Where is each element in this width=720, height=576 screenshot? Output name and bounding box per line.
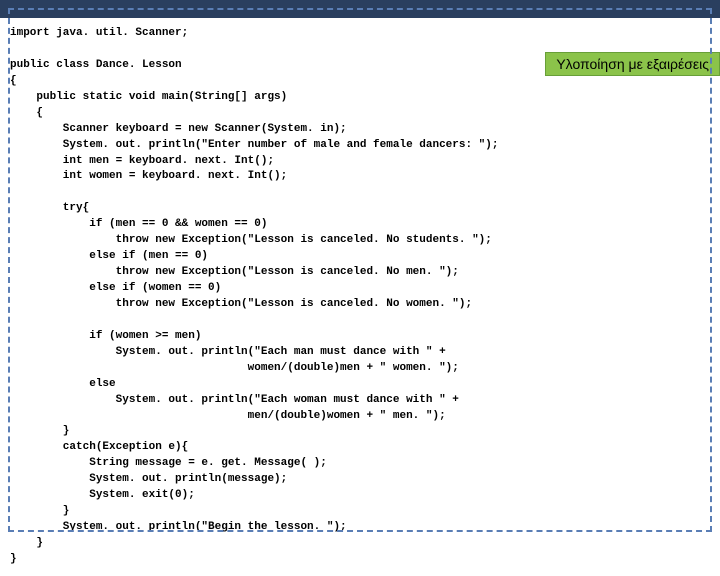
- badge-label: Υλοποίηση με εξαιρέσεις: [556, 56, 709, 72]
- code-line: {: [10, 75, 17, 87]
- code-line: else: [10, 378, 116, 390]
- code-line: try{: [10, 202, 89, 214]
- code-line: if (men == 0 && women == 0): [10, 218, 267, 230]
- code-line: if (women >= men): [10, 330, 201, 342]
- code-line: }: [10, 553, 17, 565]
- code-line: String message = e. get. Message( );: [10, 457, 327, 469]
- code-line: throw new Exception("Lesson is canceled.…: [10, 266, 459, 278]
- code-block: import java. util. Scanner; public class…: [0, 18, 720, 576]
- code-line: women/(double)men + " women. ");: [10, 362, 459, 374]
- code-line: {: [10, 107, 43, 119]
- top-bar: [0, 0, 720, 18]
- code-line: catch(Exception e){: [10, 441, 188, 453]
- code-line: }: [10, 505, 69, 517]
- code-line: public static void main(String[] args): [10, 91, 287, 103]
- code-line: System. exit(0);: [10, 489, 195, 501]
- code-line: int women = keyboard. next. Int();: [10, 170, 287, 182]
- code-line: System. out. println("Begin the lesson. …: [10, 521, 347, 533]
- code-line: System. out. println("Each woman must da…: [10, 394, 459, 406]
- code-line: throw new Exception("Lesson is canceled.…: [10, 298, 472, 310]
- code-line: }: [10, 537, 43, 549]
- code-line: men/(double)women + " men. ");: [10, 410, 446, 422]
- code-line: System. out. println(message);: [10, 473, 287, 485]
- code-line: else if (men == 0): [10, 250, 208, 262]
- code-line: }: [10, 425, 69, 437]
- code-line: int men = keyboard. next. Int();: [10, 155, 274, 167]
- code-line: System. out. println("Enter number of ma…: [10, 139, 498, 151]
- code-line: System. out. println("Each man must danc…: [10, 346, 446, 358]
- code-line: public class Dance. Lesson: [10, 59, 182, 71]
- code-line: import java. util. Scanner;: [10, 27, 188, 39]
- code-line: Scanner keyboard = new Scanner(System. i…: [10, 123, 347, 135]
- code-line: throw new Exception("Lesson is canceled.…: [10, 234, 492, 246]
- annotation-badge: Υλοποίηση με εξαιρέσεις: [545, 52, 720, 76]
- code-line: else if (women == 0): [10, 282, 221, 294]
